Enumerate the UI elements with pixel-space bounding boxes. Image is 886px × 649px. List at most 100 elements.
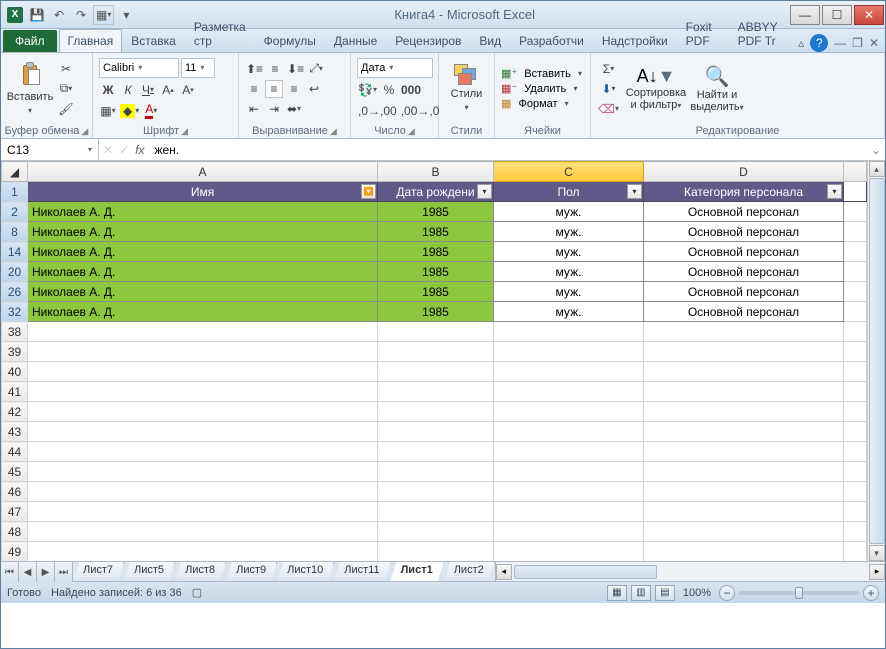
bold-button[interactable]: Ж — [99, 81, 117, 99]
tab-review[interactable]: Рецензиров — [386, 29, 470, 52]
cell-gender[interactable]: муж. — [494, 302, 644, 322]
cell-dob[interactable]: 1985 — [378, 262, 494, 282]
filter-button-b[interactable]: ▾ — [477, 184, 492, 199]
page-break-view-icon[interactable]: ▤ — [655, 585, 675, 601]
enter-formula-icon[interactable]: ✓ — [119, 143, 129, 157]
cell-dob[interactable]: 1985 — [378, 282, 494, 302]
cell-dob[interactable]: 1985 — [378, 202, 494, 222]
sheet-tab[interactable]: Лист8 — [175, 562, 226, 581]
border-button[interactable]: ▦▾ — [99, 102, 117, 120]
table-row[interactable]: 42 — [2, 402, 867, 422]
decrease-indent-icon[interactable]: ⇤ — [245, 100, 263, 118]
cell-category[interactable]: Основной персонал — [644, 282, 844, 302]
cell-gender[interactable]: муж. — [494, 202, 644, 222]
row-header[interactable]: 32 — [2, 302, 28, 322]
cell-name[interactable]: Николаев А. Д. — [28, 282, 378, 302]
sheet-tab[interactable]: Лист1 — [391, 562, 444, 581]
table-row[interactable]: 20Николаев А. Д.1985муж.Основной персона… — [2, 262, 867, 282]
fx-icon[interactable]: fx — [135, 143, 144, 157]
table-row[interactable]: 8Николаев А. Д.1985муж.Основной персонал — [2, 222, 867, 242]
scroll-left-icon[interactable]: ◂ — [496, 564, 512, 580]
paste-button[interactable]: Вставить▾ — [5, 59, 55, 117]
increase-indent-icon[interactable]: ⇥ — [265, 100, 283, 118]
underline-button[interactable]: Ч▾ — [139, 81, 157, 99]
row-header[interactable]: 14 — [2, 242, 28, 262]
copy-icon[interactable]: ⧉▾ — [57, 80, 75, 98]
delete-cells-button[interactable]: ▦⁻ Удалить ▾ — [501, 82, 582, 95]
table-row[interactable]: 14Николаев А. Д.1985муж.Основной персона… — [2, 242, 867, 262]
col-header-d[interactable]: D — [644, 162, 844, 182]
cell-name[interactable]: Николаев А. Д. — [28, 242, 378, 262]
cell-name[interactable]: Николаев А. Д. — [28, 222, 378, 242]
expand-formula-bar-icon[interactable]: ⌄ — [867, 143, 885, 157]
sort-filter-button[interactable]: A↓▼ Сортировка и фильтр▾ — [624, 64, 688, 113]
row-header[interactable]: 39 — [2, 342, 28, 362]
col-header-b[interactable]: B — [378, 162, 494, 182]
merge-icon[interactable]: ⬌▾ — [285, 100, 303, 118]
percent-icon[interactable]: % — [380, 81, 398, 99]
header-category[interactable]: Категория персонала▾ — [644, 182, 844, 202]
qat-more-icon[interactable]: ▾ — [116, 5, 136, 25]
cell-dob[interactable]: 1985 — [378, 302, 494, 322]
select-all-corner[interactable]: ◢ — [2, 162, 28, 182]
qat-customize-icon[interactable]: ▦▾ — [93, 5, 114, 25]
tab-abbyy[interactable]: ABBYY PDF Tr — [729, 15, 799, 52]
row-header[interactable]: 38 — [2, 322, 28, 342]
row-header[interactable]: 45 — [2, 462, 28, 482]
table-row[interactable]: 43 — [2, 422, 867, 442]
align-top-icon[interactable]: ⬆≡ — [245, 60, 264, 78]
table-row[interactable]: 2Николаев А. Д.1985муж.Основной персонал — [2, 202, 867, 222]
row-header[interactable]: 49 — [2, 542, 28, 562]
table-row[interactable]: 47 — [2, 502, 867, 522]
fill-color-button[interactable]: ◆▾ — [119, 102, 140, 120]
row-header[interactable]: 42 — [2, 402, 28, 422]
tab-view[interactable]: Вид — [470, 29, 510, 52]
autosum-icon[interactable]: Σ▾ — [597, 60, 620, 78]
italic-button[interactable]: К — [119, 81, 137, 99]
workbook-minimize-icon[interactable]: — — [834, 36, 846, 50]
col-header-a[interactable]: A — [28, 162, 378, 182]
table-row[interactable]: 49 — [2, 542, 867, 562]
cell-gender[interactable]: муж. — [494, 222, 644, 242]
cell-category[interactable]: Основной персонал — [644, 262, 844, 282]
decrease-decimal-icon[interactable]: ,00→,0 — [400, 102, 441, 120]
cell-category[interactable]: Основной персонал — [644, 222, 844, 242]
align-right-icon[interactable]: ≡ — [285, 80, 303, 98]
help-icon[interactable]: ? — [810, 34, 828, 52]
last-sheet-icon[interactable]: ⏭ — [55, 562, 73, 582]
filter-button-c[interactable]: ▾ — [627, 184, 642, 199]
cell-gender[interactable]: муж. — [494, 262, 644, 282]
cell-dob[interactable]: 1985 — [378, 222, 494, 242]
header-dob[interactable]: Дата рождени▾ — [378, 182, 494, 202]
minimize-ribbon-icon[interactable]: ▵ — [798, 36, 804, 50]
cell-category[interactable]: Основной персонал — [644, 202, 844, 222]
tab-formulas[interactable]: Формулы — [255, 29, 325, 52]
col-header-c[interactable]: C — [494, 162, 644, 182]
sheet-tab[interactable]: Лист11 — [334, 562, 390, 581]
row-header[interactable]: 48 — [2, 522, 28, 542]
insert-cells-button[interactable]: ▦⁺ Вставить ▾ — [501, 67, 582, 80]
name-box[interactable]: C13▾ — [1, 139, 99, 160]
sheet-tab[interactable]: Лист9 — [226, 562, 277, 581]
zoom-level[interactable]: 100% — [683, 587, 711, 599]
align-left-icon[interactable]: ≡ — [245, 80, 263, 98]
workbook-close-icon[interactable]: ✕ — [869, 36, 879, 50]
scroll-down-icon[interactable]: ▾ — [869, 545, 885, 561]
normal-view-icon[interactable]: ▦ — [607, 585, 627, 601]
cell-name[interactable]: Николаев А. Д. — [28, 302, 378, 322]
row-header[interactable]: 44 — [2, 442, 28, 462]
table-row[interactable]: 38 — [2, 322, 867, 342]
table-row[interactable]: 26Николаев А. Д.1985муж.Основной персона… — [2, 282, 867, 302]
sheet-tab[interactable]: Лист7 — [73, 562, 124, 581]
page-layout-view-icon[interactable]: ▥ — [631, 585, 651, 601]
row-header[interactable]: 41 — [2, 382, 28, 402]
align-bottom-icon[interactable]: ⬇≡ — [286, 60, 305, 78]
clear-icon[interactable]: ⌫▾ — [597, 100, 620, 118]
align-center-icon[interactable]: ≡ — [265, 80, 283, 98]
tab-insert[interactable]: Вставка — [122, 29, 185, 52]
next-sheet-icon[interactable]: ▶ — [37, 562, 55, 582]
accounting-format-icon[interactable]: 💱▾ — [357, 81, 378, 99]
row-header[interactable]: 40 — [2, 362, 28, 382]
zoom-slider[interactable] — [739, 591, 859, 595]
font-color-button[interactable]: A▾ — [142, 102, 160, 120]
